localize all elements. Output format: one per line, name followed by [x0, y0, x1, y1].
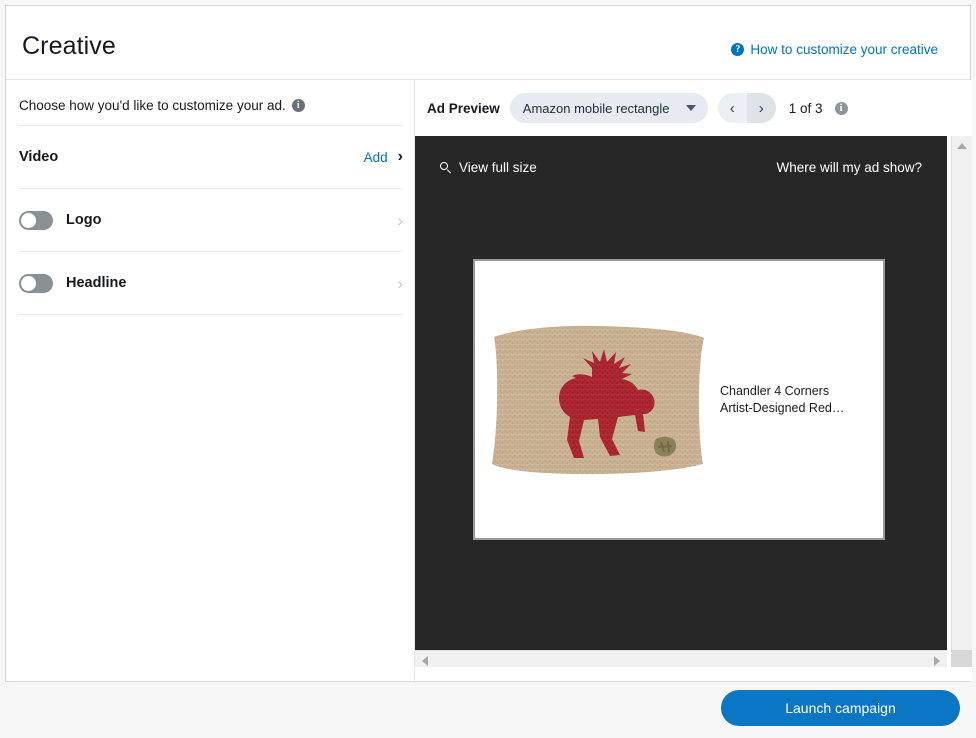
page-title: Creative: [22, 32, 116, 60]
ad-preview-toolbar: Ad Preview Amazon mobile rectangle ‹ › 1…: [415, 80, 972, 136]
ad-preview-label: Ad Preview: [427, 100, 500, 116]
creative-card: Creative ? How to customize your creativ…: [5, 5, 972, 682]
option-row-actions: Add ›: [364, 126, 403, 188]
option-row-actions: ›: [397, 252, 403, 314]
option-list: Video Add › Logo › Headline ›: [6, 125, 414, 315]
card-header: Creative ? How to customize your creativ…: [6, 6, 970, 80]
chevron-right-icon[interactable]: ›: [397, 275, 403, 292]
preview-stage: View full size Where will my ad show? Ch…: [415, 136, 947, 667]
ad-product-title-line1: Chandler 4 Corners: [720, 383, 830, 398]
ad-product-title: Chandler 4 Corners Artist-Designed Red…: [720, 383, 844, 417]
scroll-up-arrow-icon[interactable]: [957, 143, 967, 149]
option-row-logo[interactable]: Logo ›: [19, 188, 403, 251]
toggle-knob: [21, 275, 36, 291]
preview-horizontal-scrollbar[interactable]: [415, 650, 947, 667]
pillow-moose-illustration: [491, 325, 704, 474]
question-circle-icon: ?: [731, 43, 745, 56]
preview-stage-wrapper: View full size Where will my ad show? Ch…: [415, 136, 972, 681]
scroll-right-arrow-icon[interactable]: [934, 656, 940, 666]
info-circle-icon[interactable]: i: [834, 101, 848, 115]
search-icon: [440, 161, 452, 174]
ad-preview-panel: Ad Preview Amazon mobile rectangle ‹ › 1…: [414, 80, 972, 681]
headline-toggle[interactable]: [19, 273, 53, 293]
option-label: Video: [19, 149, 59, 165]
preview-pager: ‹ ›: [717, 93, 776, 123]
toggle-knob: [21, 212, 36, 228]
ad-creative-card[interactable]: Chandler 4 Corners Artist-Designed Red…: [473, 259, 885, 540]
add-video-link[interactable]: Add: [364, 150, 388, 165]
next-preview-button[interactable]: ›: [746, 93, 776, 123]
info-circle-icon[interactable]: i: [291, 99, 305, 112]
ad-product-title-line2: Artist-Designed Red…: [720, 400, 845, 415]
where-will-my-ad-show-link[interactable]: Where will my ad show?: [776, 160, 922, 175]
footer-bar: Launch campaign: [0, 682, 976, 738]
option-row-headline[interactable]: Headline ›: [19, 251, 403, 315]
option-label: Headline: [66, 275, 127, 291]
ad-format-selected-value: Amazon mobile rectangle: [522, 100, 670, 116]
option-row-actions: ›: [397, 189, 403, 251]
ad-format-select[interactable]: Amazon mobile rectangle: [509, 93, 708, 123]
stage-top-bar: View full size Where will my ad show?: [415, 136, 947, 200]
chevron-right-icon[interactable]: ›: [398, 149, 403, 165]
view-full-size-link[interactable]: View full size: [440, 160, 537, 175]
how-to-customize-label: How to customize your creative: [750, 42, 938, 57]
card-body: Choose how you'd like to customize your …: [6, 80, 972, 681]
choose-instruction-label: Choose how you'd like to customize your …: [19, 98, 286, 113]
scroll-left-arrow-icon[interactable]: [422, 656, 428, 666]
product-image: [475, 261, 720, 538]
how-to-customize-link[interactable]: ? How to customize your creative: [731, 42, 938, 57]
option-row-video[interactable]: Video Add ›: [19, 125, 403, 188]
chevron-right-icon[interactable]: ›: [397, 212, 403, 229]
launch-campaign-button[interactable]: Launch campaign: [721, 690, 960, 726]
logo-toggle[interactable]: [19, 210, 53, 230]
choose-instruction: Choose how you'd like to customize your …: [6, 80, 414, 113]
view-full-size-label: View full size: [459, 160, 537, 175]
preview-vertical-scrollbar[interactable]: [951, 136, 972, 667]
chevron-down-icon: [685, 105, 696, 111]
customize-options-panel: Choose how you'd like to customize your …: [6, 80, 414, 681]
previous-preview-button[interactable]: ‹: [717, 93, 747, 123]
preview-page-count: 1 of 3: [788, 100, 823, 116]
scrollbar-corner: [951, 650, 972, 667]
option-label: Logo: [66, 212, 102, 228]
